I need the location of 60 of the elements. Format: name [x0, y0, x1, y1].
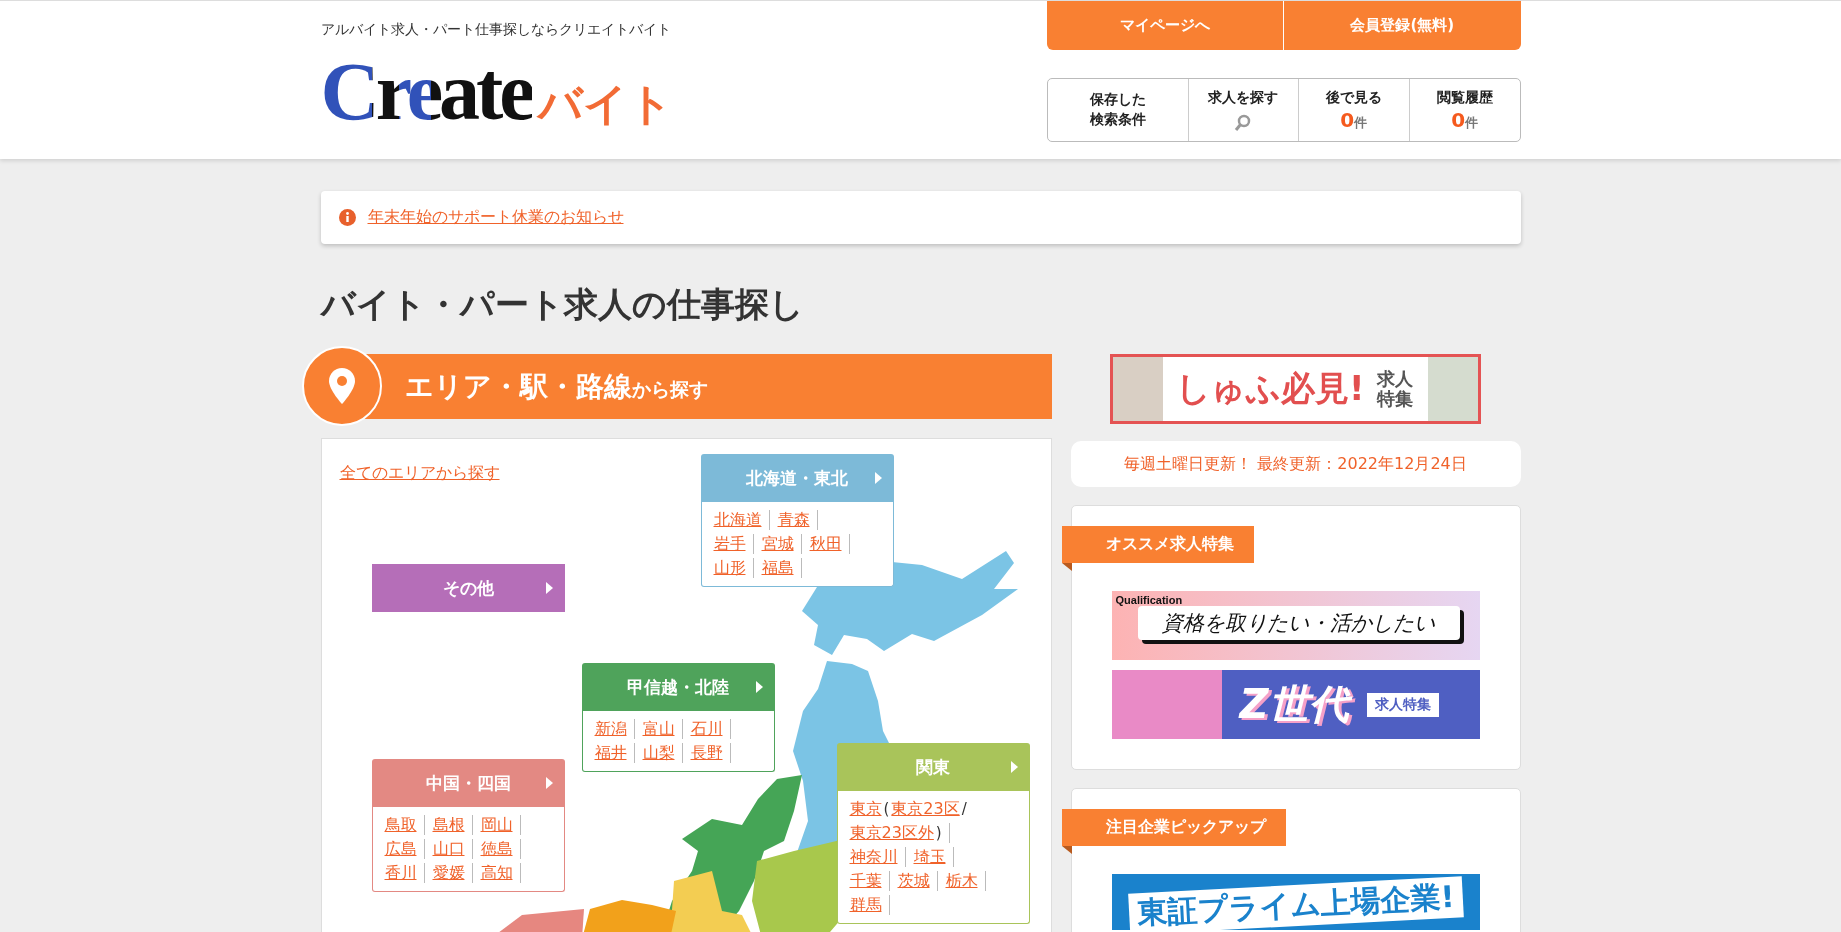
prefecture-link[interactable]: 東京23区外	[849, 823, 934, 843]
prefecture-link[interactable]: 群馬	[849, 895, 882, 915]
punctuation-text: (	[883, 799, 890, 819]
prefecture-link[interactable]: 島根	[432, 815, 465, 835]
prefecture-link[interactable]: 福井	[594, 743, 627, 763]
ribbon-fold-icon	[1061, 563, 1072, 571]
photo-placeholder	[1113, 357, 1163, 421]
caret-icon	[545, 582, 553, 594]
region-header[interactable]: 中国・四国	[371, 759, 565, 807]
caret-icon	[755, 681, 763, 693]
prefecture-link[interactable]: 東京	[849, 799, 882, 819]
notice-link[interactable]: 年末年始のサポート休業のお知らせ	[367, 207, 624, 228]
gen-z-banner[interactable]: Z世代 求人特集	[1111, 670, 1480, 739]
prefecture-link[interactable]: 山梨	[642, 743, 675, 763]
photo-placeholder	[1428, 357, 1478, 421]
prefecture-link[interactable]: 東京23区	[891, 799, 960, 819]
section-title: エリア・駅・路線から探す	[404, 368, 708, 405]
region-header[interactable]: その他	[371, 564, 565, 612]
qualification-banner[interactable]: Qualification 資格を取りたい・活かしたい	[1111, 591, 1480, 660]
prefecture-link[interactable]: 石川	[690, 719, 723, 739]
prefecture-link[interactable]: 宮城	[761, 534, 794, 554]
prefecture-link[interactable]: 神奈川	[849, 847, 898, 867]
prefecture-link[interactable]: 埼玉	[913, 847, 946, 867]
prefecture-link[interactable]: 新潟	[594, 719, 627, 739]
prefecture-link[interactable]: 高知	[480, 863, 513, 883]
region-header[interactable]: 北海道・東北	[700, 454, 894, 502]
caret-icon	[1010, 761, 1018, 773]
prefecture-link[interactable]: 鳥取	[384, 815, 417, 835]
prefecture-link[interactable]: 福島	[761, 558, 794, 578]
ribbon-fold-icon	[1061, 846, 1072, 854]
prefecture-link[interactable]: 富山	[642, 719, 675, 739]
header-button[interactable]: 会員登録(無料)	[1283, 1, 1521, 50]
prefecture-link[interactable]: 長野	[690, 743, 723, 763]
punctuation-text: /	[961, 799, 967, 819]
prefecture-link[interactable]: 徳島	[480, 839, 513, 859]
caret-icon	[545, 777, 553, 789]
region-header[interactable]: 甲信越・北陸	[581, 663, 775, 711]
header-button[interactable]: マイページへ	[1046, 1, 1283, 50]
prefecture-link[interactable]: 秋田	[809, 534, 842, 554]
prefecture-link[interactable]: 茨城	[897, 871, 930, 891]
company-banner[interactable]: 東証プライム上場企業!	[1111, 874, 1480, 930]
info-icon	[338, 209, 356, 226]
prefecture-link[interactable]: 山形	[713, 558, 746, 578]
prefecture-link[interactable]: 青森	[777, 510, 810, 530]
page-title: バイト・パート求人の仕事探し	[320, 283, 805, 326]
prefecture-link[interactable]: 愛媛	[432, 863, 465, 883]
all-areas-link[interactable]: 全てのエリアから探す	[339, 463, 500, 482]
prefecture-link[interactable]: 岡山	[480, 815, 513, 835]
prefecture-link[interactable]: 岩手	[713, 534, 746, 554]
update-note: 毎週土曜日更新！ 最終更新：2022年12月24日	[1070, 441, 1521, 487]
site-tagline: アルバイト求人・パート仕事探しならクリエイトバイト	[320, 21, 672, 39]
prefecture-link[interactable]: 千葉	[849, 871, 882, 891]
caret-icon	[874, 472, 882, 484]
prefecture-link[interactable]: 北海道	[713, 510, 762, 530]
prefecture-link[interactable]: 香川	[384, 863, 417, 883]
prefecture-link[interactable]: 広島	[384, 839, 417, 859]
prefecture-link[interactable]: 山口	[432, 839, 465, 859]
region-header[interactable]: 関東	[836, 743, 1030, 791]
prefecture-link[interactable]: 栃木	[945, 871, 978, 891]
punctuation-text: )	[935, 823, 942, 843]
